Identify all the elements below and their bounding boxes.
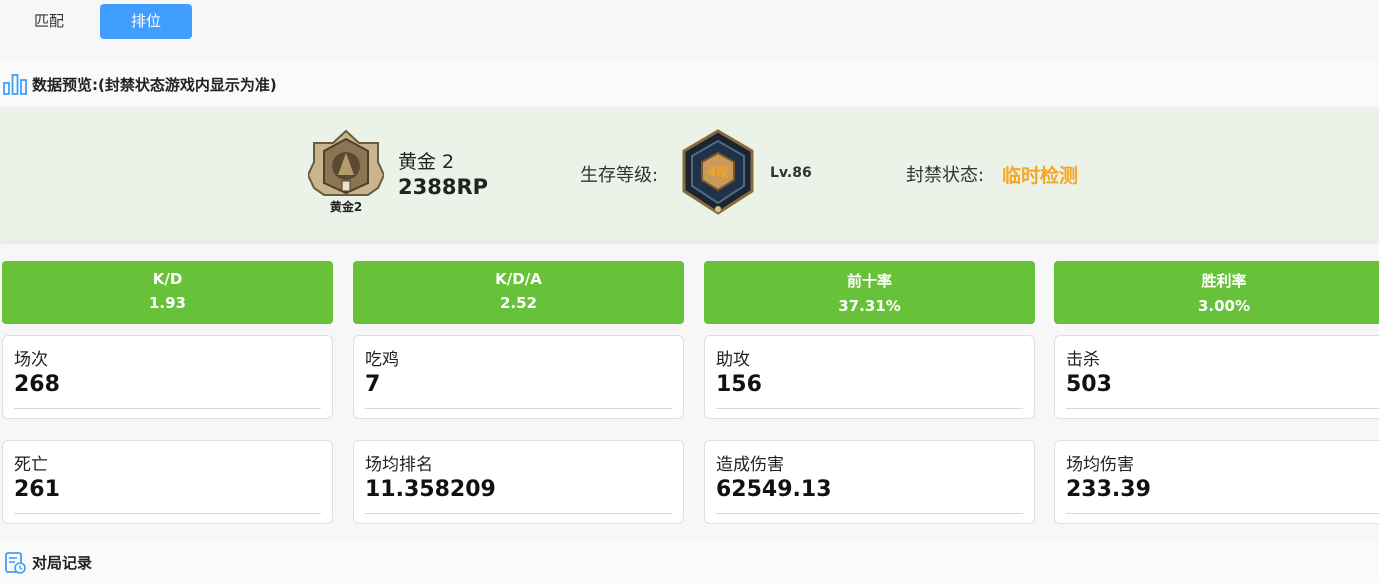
tab-ranked[interactable]: 排位 xyxy=(100,4,192,39)
divider xyxy=(716,513,1023,514)
survival-level-value: Lv.86 xyxy=(770,165,812,181)
divider xyxy=(14,513,321,514)
stat-label: 死亡 xyxy=(14,455,48,475)
survival-level-badge-icon: 4段 xyxy=(678,129,758,219)
stat-value: 156 xyxy=(716,372,762,397)
rank-badge-label: 黄金2 xyxy=(330,199,362,214)
kpi-label: 前十率 xyxy=(846,272,892,290)
stat-label: 击杀 xyxy=(1066,350,1100,370)
stat-value: 62549.13 xyxy=(716,477,832,502)
stat-label: 场均伤害 xyxy=(1066,455,1134,475)
bar-chart-icon xyxy=(2,72,28,96)
kpi-value: 2.52 xyxy=(499,294,537,312)
kpi-value: 37.31% xyxy=(838,297,901,315)
kpi-card-kd: K/D 1.93 xyxy=(2,261,333,324)
divider xyxy=(1066,513,1379,514)
overview-panel: 黄金2 黄金 2 2388RP 生存等级: 4段 Lv.86 封禁状态: 临时检… xyxy=(0,107,1379,241)
mode-tabs: 匹配 排位 xyxy=(0,0,1379,58)
kpi-card-kda: K/D/A 2.52 xyxy=(353,261,684,324)
stat-value: 503 xyxy=(1066,372,1112,397)
stat-value: 261 xyxy=(14,477,60,502)
kpi-label: 胜利率 xyxy=(1201,272,1247,290)
stat-value: 7 xyxy=(365,372,381,397)
divider xyxy=(365,408,672,409)
rank-badge-icon: 黄金2 xyxy=(306,129,386,219)
kpi-value: 3.00% xyxy=(1197,297,1251,315)
kpi-label: K/D xyxy=(152,270,183,288)
stat-value: 268 xyxy=(14,372,60,397)
divider xyxy=(365,513,672,514)
kpi-card-win-rate: 胜利率 3.00% xyxy=(1054,261,1379,324)
stat-label: 场均排名 xyxy=(365,455,433,475)
stat-label: 助攻 xyxy=(716,350,750,370)
survival-tier: 4段 xyxy=(708,164,729,179)
match-records-header: 对局记录 xyxy=(0,541,1379,583)
stat-value: 11.358209 xyxy=(365,477,496,502)
stat-card-assists: 助攻 156 xyxy=(704,335,1035,419)
kpi-value: 1.93 xyxy=(148,294,186,312)
stat-value: 233.39 xyxy=(1066,477,1151,502)
stat-label: 吃鸡 xyxy=(365,350,399,370)
rank-points: 2388RP xyxy=(398,175,489,199)
kpi-label: K/D/A xyxy=(495,270,542,288)
ban-status-value: 临时检测 xyxy=(1002,165,1079,187)
overview-header: 数据预览:(封禁状态游戏内显示为准) xyxy=(0,61,1379,107)
stat-card-matches: 场次 268 xyxy=(2,335,333,419)
stat-card-chicken-dinners: 吃鸡 7 xyxy=(353,335,684,419)
tab-match[interactable]: 匹配 xyxy=(3,4,95,39)
stat-label: 造成伤害 xyxy=(716,455,784,475)
divider xyxy=(716,408,1023,409)
divider xyxy=(14,408,321,409)
stat-card-avg-damage: 场均伤害 233.39 xyxy=(1054,440,1379,524)
clipboard-clock-icon xyxy=(2,550,28,574)
stat-card-damage-dealt: 造成伤害 62549.13 xyxy=(704,440,1035,524)
rank-name: 黄金 2 xyxy=(398,151,455,173)
kpi-card-top10-rate: 前十率 37.31% xyxy=(704,261,1035,324)
stat-label: 场次 xyxy=(14,350,48,370)
survival-level-label: 生存等级: xyxy=(580,165,659,186)
ban-status-label: 封禁状态: xyxy=(906,165,985,186)
match-records-title: 对局记录 xyxy=(32,553,93,572)
stat-card-avg-placement: 场均排名 11.358209 xyxy=(353,440,684,524)
stat-card-kills: 击杀 503 xyxy=(1054,335,1379,419)
stat-card-deaths: 死亡 261 xyxy=(2,440,333,524)
divider xyxy=(1066,408,1379,409)
overview-title: 数据预览:(封禁状态游戏内显示为准) xyxy=(32,75,277,94)
